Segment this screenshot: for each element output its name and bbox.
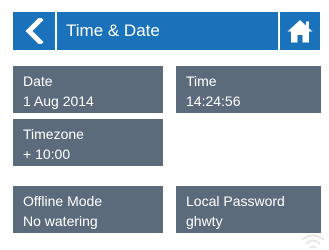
timezone-value: + 10:00 [23,146,71,162]
wifi-icon [301,234,325,249]
timezone-label: Timezone [23,126,84,142]
header-bar: Time & Date [0,12,329,50]
time-field[interactable]: Time 14:24:56 [176,66,321,113]
offline-mode-value: No watering [23,213,98,229]
date-field[interactable]: Date 1 Aug 2014 [13,66,163,113]
local-password-field[interactable]: Local Password ghwty [176,186,321,233]
local-password-label: Local Password [186,193,285,209]
date-label: Date [23,73,53,89]
chevron-left-icon [25,18,44,44]
offline-mode-label: Offline Mode [23,193,103,209]
date-value: 1 Aug 2014 [23,93,94,109]
local-password-value: ghwty [186,213,223,229]
timezone-field[interactable]: Timezone + 10:00 [13,119,163,166]
home-button[interactable] [280,12,320,50]
home-icon [287,20,313,43]
time-label: Time [186,73,217,89]
page-title: Time & Date [57,12,278,50]
back-button[interactable] [13,12,55,50]
time-value: 14:24:56 [186,93,241,109]
offline-mode-field[interactable]: Offline Mode No watering [13,186,163,233]
time-date-screen: Time & Date Date 1 Aug 2014 Time 14:24:5… [0,0,329,250]
